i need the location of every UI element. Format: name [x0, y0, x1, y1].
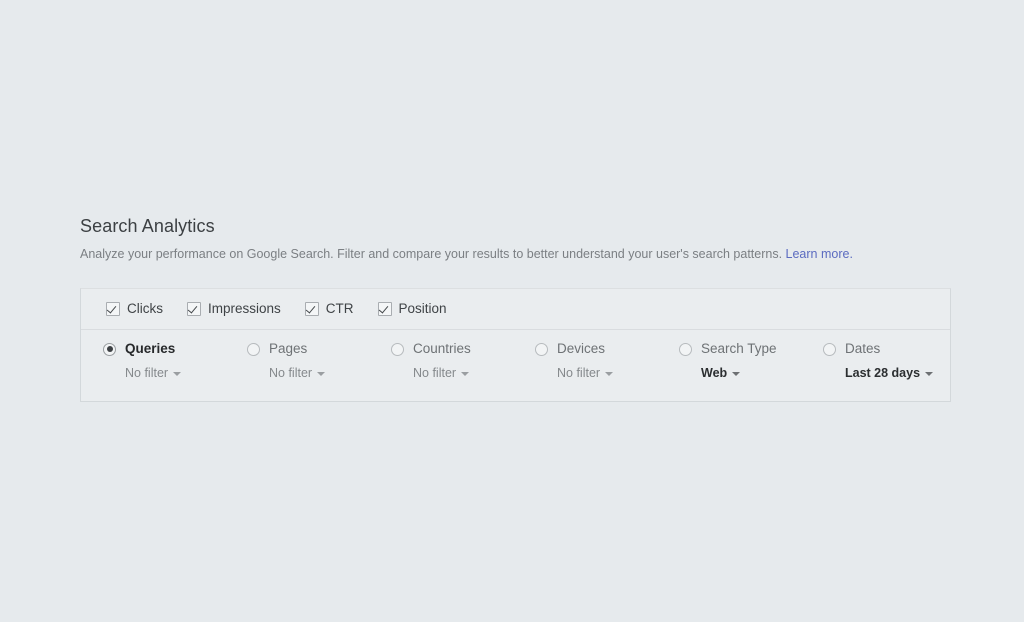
dimension-label: Dates [845, 341, 881, 356]
chevron-down-icon[interactable] [317, 371, 326, 376]
dimension-devices-head[interactable]: Devices [535, 339, 679, 359]
metric-label: CTR [325, 301, 354, 316]
page-description-text: Analyze your performance on Google Searc… [80, 247, 786, 261]
dimension-label: Search Type [701, 341, 777, 356]
dimension-search-type-head[interactable]: Search Type [679, 339, 823, 359]
metric-label: Clicks [127, 301, 163, 316]
dimension-pages-head[interactable]: Pages [247, 339, 391, 359]
dimension-search-type-filter[interactable]: Web [701, 366, 823, 381]
search-analytics-filter-panel: Clicks Impressions CTR Position Queries [80, 288, 951, 402]
checkbox-icon[interactable] [304, 302, 319, 316]
dimension-countries-filter[interactable]: No filter [413, 366, 535, 381]
dimension-pages[interactable]: Pages No filter [247, 339, 391, 381]
radio-button-icon[interactable] [823, 342, 836, 356]
learn-more-link[interactable]: Learn more. [786, 247, 853, 261]
page-header: Search Analytics Analyze your performanc… [80, 214, 960, 262]
dimension-queries[interactable]: Queries No filter [103, 339, 247, 381]
radio-button-icon[interactable] [679, 342, 692, 356]
checkbox-icon[interactable] [106, 302, 120, 316]
metric-toggle-position[interactable]: Position [377, 301, 447, 317]
dimension-queries-filter[interactable]: No filter [125, 366, 247, 381]
chevron-down-icon[interactable] [732, 371, 741, 376]
filter-value: No filter [557, 366, 601, 380]
metric-toggle-clicks[interactable]: Clicks [106, 301, 163, 317]
dimension-label: Countries [413, 341, 471, 356]
dimension-countries[interactable]: Countries No filter [391, 339, 535, 381]
metric-toggle-ctr[interactable]: CTR [304, 301, 354, 317]
metric-label: Position [398, 301, 447, 316]
dimension-queries-head[interactable]: Queries [103, 339, 247, 359]
dimension-search-type[interactable]: Search Type Web [679, 339, 823, 381]
chevron-down-icon[interactable] [605, 371, 614, 376]
radio-button-icon[interactable] [535, 342, 548, 356]
filter-value: No filter [269, 366, 313, 380]
dimension-label: Devices [557, 341, 606, 356]
page-description: Analyze your performance on Google Searc… [80, 246, 960, 262]
dimension-countries-head[interactable]: Countries [391, 339, 535, 359]
filter-value: Last 28 days [845, 366, 921, 380]
chevron-down-icon[interactable] [925, 371, 934, 376]
filter-value: No filter [125, 366, 169, 380]
dimension-devices[interactable]: Devices No filter [535, 339, 679, 381]
dimension-devices-filter[interactable]: No filter [557, 366, 679, 381]
dimension-dates-filter[interactable]: Last 28 days [845, 366, 967, 381]
dimension-dates-head[interactable]: Dates [823, 339, 967, 359]
chevron-down-icon[interactable] [173, 371, 182, 376]
checkbox-icon[interactable] [187, 302, 201, 316]
metric-label: Impressions [208, 301, 281, 316]
chevron-down-icon[interactable] [461, 371, 470, 376]
dimensions-row: Queries No filter Pages No filter Countr… [81, 330, 950, 401]
dimension-label: Pages [269, 341, 308, 356]
metric-toggle-impressions[interactable]: Impressions [187, 301, 281, 317]
metrics-row: Clicks Impressions CTR Position [81, 289, 950, 330]
dimension-dates[interactable]: Dates Last 28 days [823, 339, 967, 381]
dimension-pages-filter[interactable]: No filter [269, 366, 391, 381]
checkbox-icon[interactable] [377, 302, 392, 316]
radio-button-icon[interactable] [391, 342, 404, 356]
filter-value: No filter [413, 366, 457, 380]
filter-value: Web [701, 366, 728, 380]
page-title: Search Analytics [80, 216, 215, 236]
radio-button-icon[interactable] [103, 342, 116, 356]
dimension-label: Queries [125, 341, 176, 356]
radio-button-icon[interactable] [247, 342, 260, 356]
search-analytics-page: Search Analytics Analyze your performanc… [0, 0, 1024, 622]
